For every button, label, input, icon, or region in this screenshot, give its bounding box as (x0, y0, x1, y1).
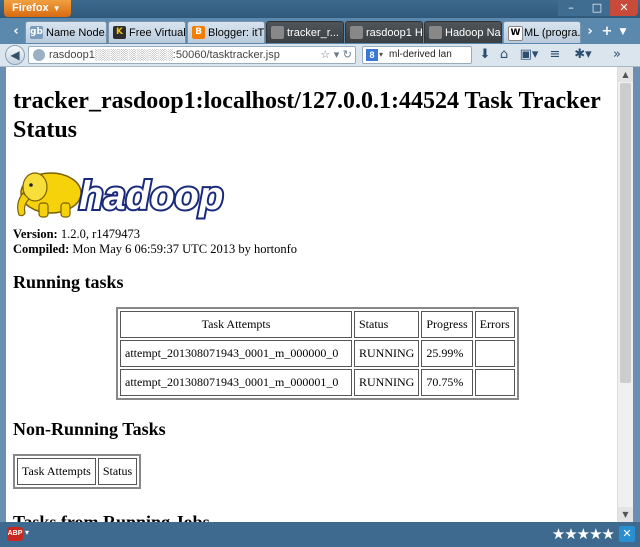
dropdown-icon[interactable]: ▾ (334, 48, 340, 61)
non-running-tasks-table: Task Attempts Status (13, 454, 142, 489)
home-icon[interactable]: ⌂ (497, 47, 511, 63)
task-status: RUNNING (354, 340, 420, 367)
google-search-icon[interactable]: 8 (366, 49, 378, 61)
search-input[interactable]: ml-derived lan (389, 47, 452, 63)
task-progress: 70.75% (421, 369, 473, 396)
minimize-button[interactable]: – (558, 0, 584, 16)
header-status: Status (97, 458, 138, 485)
navigation-toolbar: ◀ rasdoop1░░░░░░░░░░:50060/tasktracker.j… (0, 44, 640, 67)
task-attempt-link[interactable]: attempt_201308071943_0001_m_000001_0 (120, 369, 352, 396)
page-icon (350, 26, 363, 39)
engine-dropdown-icon[interactable]: ▾ (379, 47, 383, 63)
tab-strip: ‹ gb Name Node... K Free Virtual ... B B… (0, 18, 640, 44)
tab-scroll-left-button[interactable]: ‹ (10, 23, 22, 41)
tab-free-virtual[interactable]: K Free Virtual ... (108, 21, 186, 43)
page-icon (271, 26, 284, 39)
header-errors: Errors (474, 311, 515, 338)
abp-dropdown-icon[interactable]: ▾ (25, 528, 29, 537)
back-button[interactable]: ◀ (5, 45, 25, 65)
search-bar[interactable]: 8 ▾ ml-derived lan (362, 46, 472, 64)
rating-stars-icon[interactable]: ★★★★★ (552, 525, 615, 543)
url-bar[interactable]: rasdoop1░░░░░░░░░░:50060/tasktracker.jsp… (28, 46, 356, 64)
hadoop-elephant-icon: hadoop (17, 172, 225, 220)
tab-scroll-right-button[interactable]: › (584, 23, 596, 41)
tab-rasdoop1[interactable]: rasdoop1 H... (345, 21, 423, 43)
download-icon[interactable]: ⬇ (478, 47, 492, 63)
task-attempt-link[interactable]: attempt_201308071943_0001_m_000000_0 (120, 340, 352, 367)
vertical-scrollbar[interactable]: ▲ ▼ (617, 67, 633, 522)
scroll-down-arrow-icon[interactable]: ▼ (618, 507, 633, 522)
tab-tracker[interactable]: tracker_r... (266, 21, 344, 43)
task-errors (474, 340, 515, 367)
puzzle-icon[interactable]: ✱▾ (570, 47, 596, 63)
list-all-tabs-icon[interactable]: ▼ (616, 23, 630, 41)
url-input[interactable]: rasdoop1░░░░░░░░░░:50060/tasktracker.jsp (49, 47, 280, 63)
running-tasks-heading: Running tasks (13, 272, 124, 292)
table-row: attempt_201308071943_0001_m_000000_0 RUN… (120, 340, 515, 367)
tasktracker-page: tracker_rasdoop1:localhost/127.0.0.1:445… (13, 67, 613, 522)
site-identity-icon (33, 49, 45, 61)
scroll-up-arrow-icon[interactable]: ▲ (618, 67, 633, 82)
version-line: Version: 1.2.0, r1479473 (13, 227, 140, 241)
hadoop-logo-text: hadoop (79, 174, 223, 218)
k-favicon-icon: K (113, 26, 126, 39)
compiled-line: Compiled: Mon May 6 06:59:37 UTC 2013 by… (13, 242, 298, 256)
header-task-attempts: Task Attempts (120, 311, 352, 338)
page-title: tracker_rasdoop1:localhost/127.0.0.1:445… (13, 88, 601, 143)
hadoop-logo: hadoop (13, 163, 251, 225)
close-window-button[interactable]: ✕ (610, 0, 638, 16)
page-icon (429, 26, 442, 39)
addon-tray-icon[interactable]: ✕ (619, 526, 635, 542)
gb-favicon-icon: gb (30, 26, 43, 39)
window-titlebar: Firefox ▼ – □ ✕ (0, 0, 640, 18)
new-tab-button[interactable]: + (600, 23, 614, 41)
header-task-attempts: Task Attempts (17, 458, 96, 485)
task-errors (474, 369, 515, 396)
wikipedia-icon: W (508, 26, 523, 41)
blogger-icon: B (192, 26, 205, 39)
page-content: tracker_rasdoop1:localhost/127.0.0.1:445… (6, 67, 633, 522)
firefox-menu-button[interactable]: Firefox ▼ (4, 0, 71, 17)
reload-icon[interactable]: ↻ (343, 48, 352, 61)
table-header-row: Task Attempts Status Progress Errors (120, 311, 515, 338)
header-status: Status (354, 311, 420, 338)
tab-blogger[interactable]: B Blogger: itT... (187, 21, 265, 43)
tab-hadoop-na[interactable]: Hadoop Na... (424, 21, 502, 43)
tab-ml-programming[interactable]: W ML (progra... (503, 21, 581, 43)
maximize-button[interactable]: □ (584, 0, 610, 16)
star-bookmark-icon[interactable]: ☆ (320, 48, 330, 61)
chevron-down-icon: ▼ (52, 4, 61, 13)
non-running-tasks-heading: Non-Running Tasks (13, 419, 166, 439)
scrollbar-thumb[interactable] (620, 83, 631, 383)
table-row: attempt_201308071943_0001_m_000001_0 RUN… (120, 369, 515, 396)
task-progress: 25.99% (421, 340, 473, 367)
menu-icon[interactable]: ≡ (548, 47, 562, 63)
addon-icon[interactable]: ▣▾ (516, 47, 542, 63)
adblock-plus-icon[interactable]: ABP (7, 527, 23, 541)
running-tasks-table: Task Attempts Status Progress Errors att… (116, 307, 519, 400)
task-status: RUNNING (354, 369, 420, 396)
tab-name-node[interactable]: gb Name Node... (25, 21, 107, 43)
header-progress: Progress (421, 311, 473, 338)
toolbar-overflow-icon[interactable]: » (604, 47, 630, 63)
status-bar: ABP ▾ ★★★★★ ✕ (0, 522, 640, 547)
tasks-from-running-jobs-heading: Tasks from Running Jobs (13, 512, 210, 522)
table-header-row: Task Attempts Status (17, 458, 138, 485)
url-bar-icons: ☆ ▾ ↻ (320, 47, 352, 63)
